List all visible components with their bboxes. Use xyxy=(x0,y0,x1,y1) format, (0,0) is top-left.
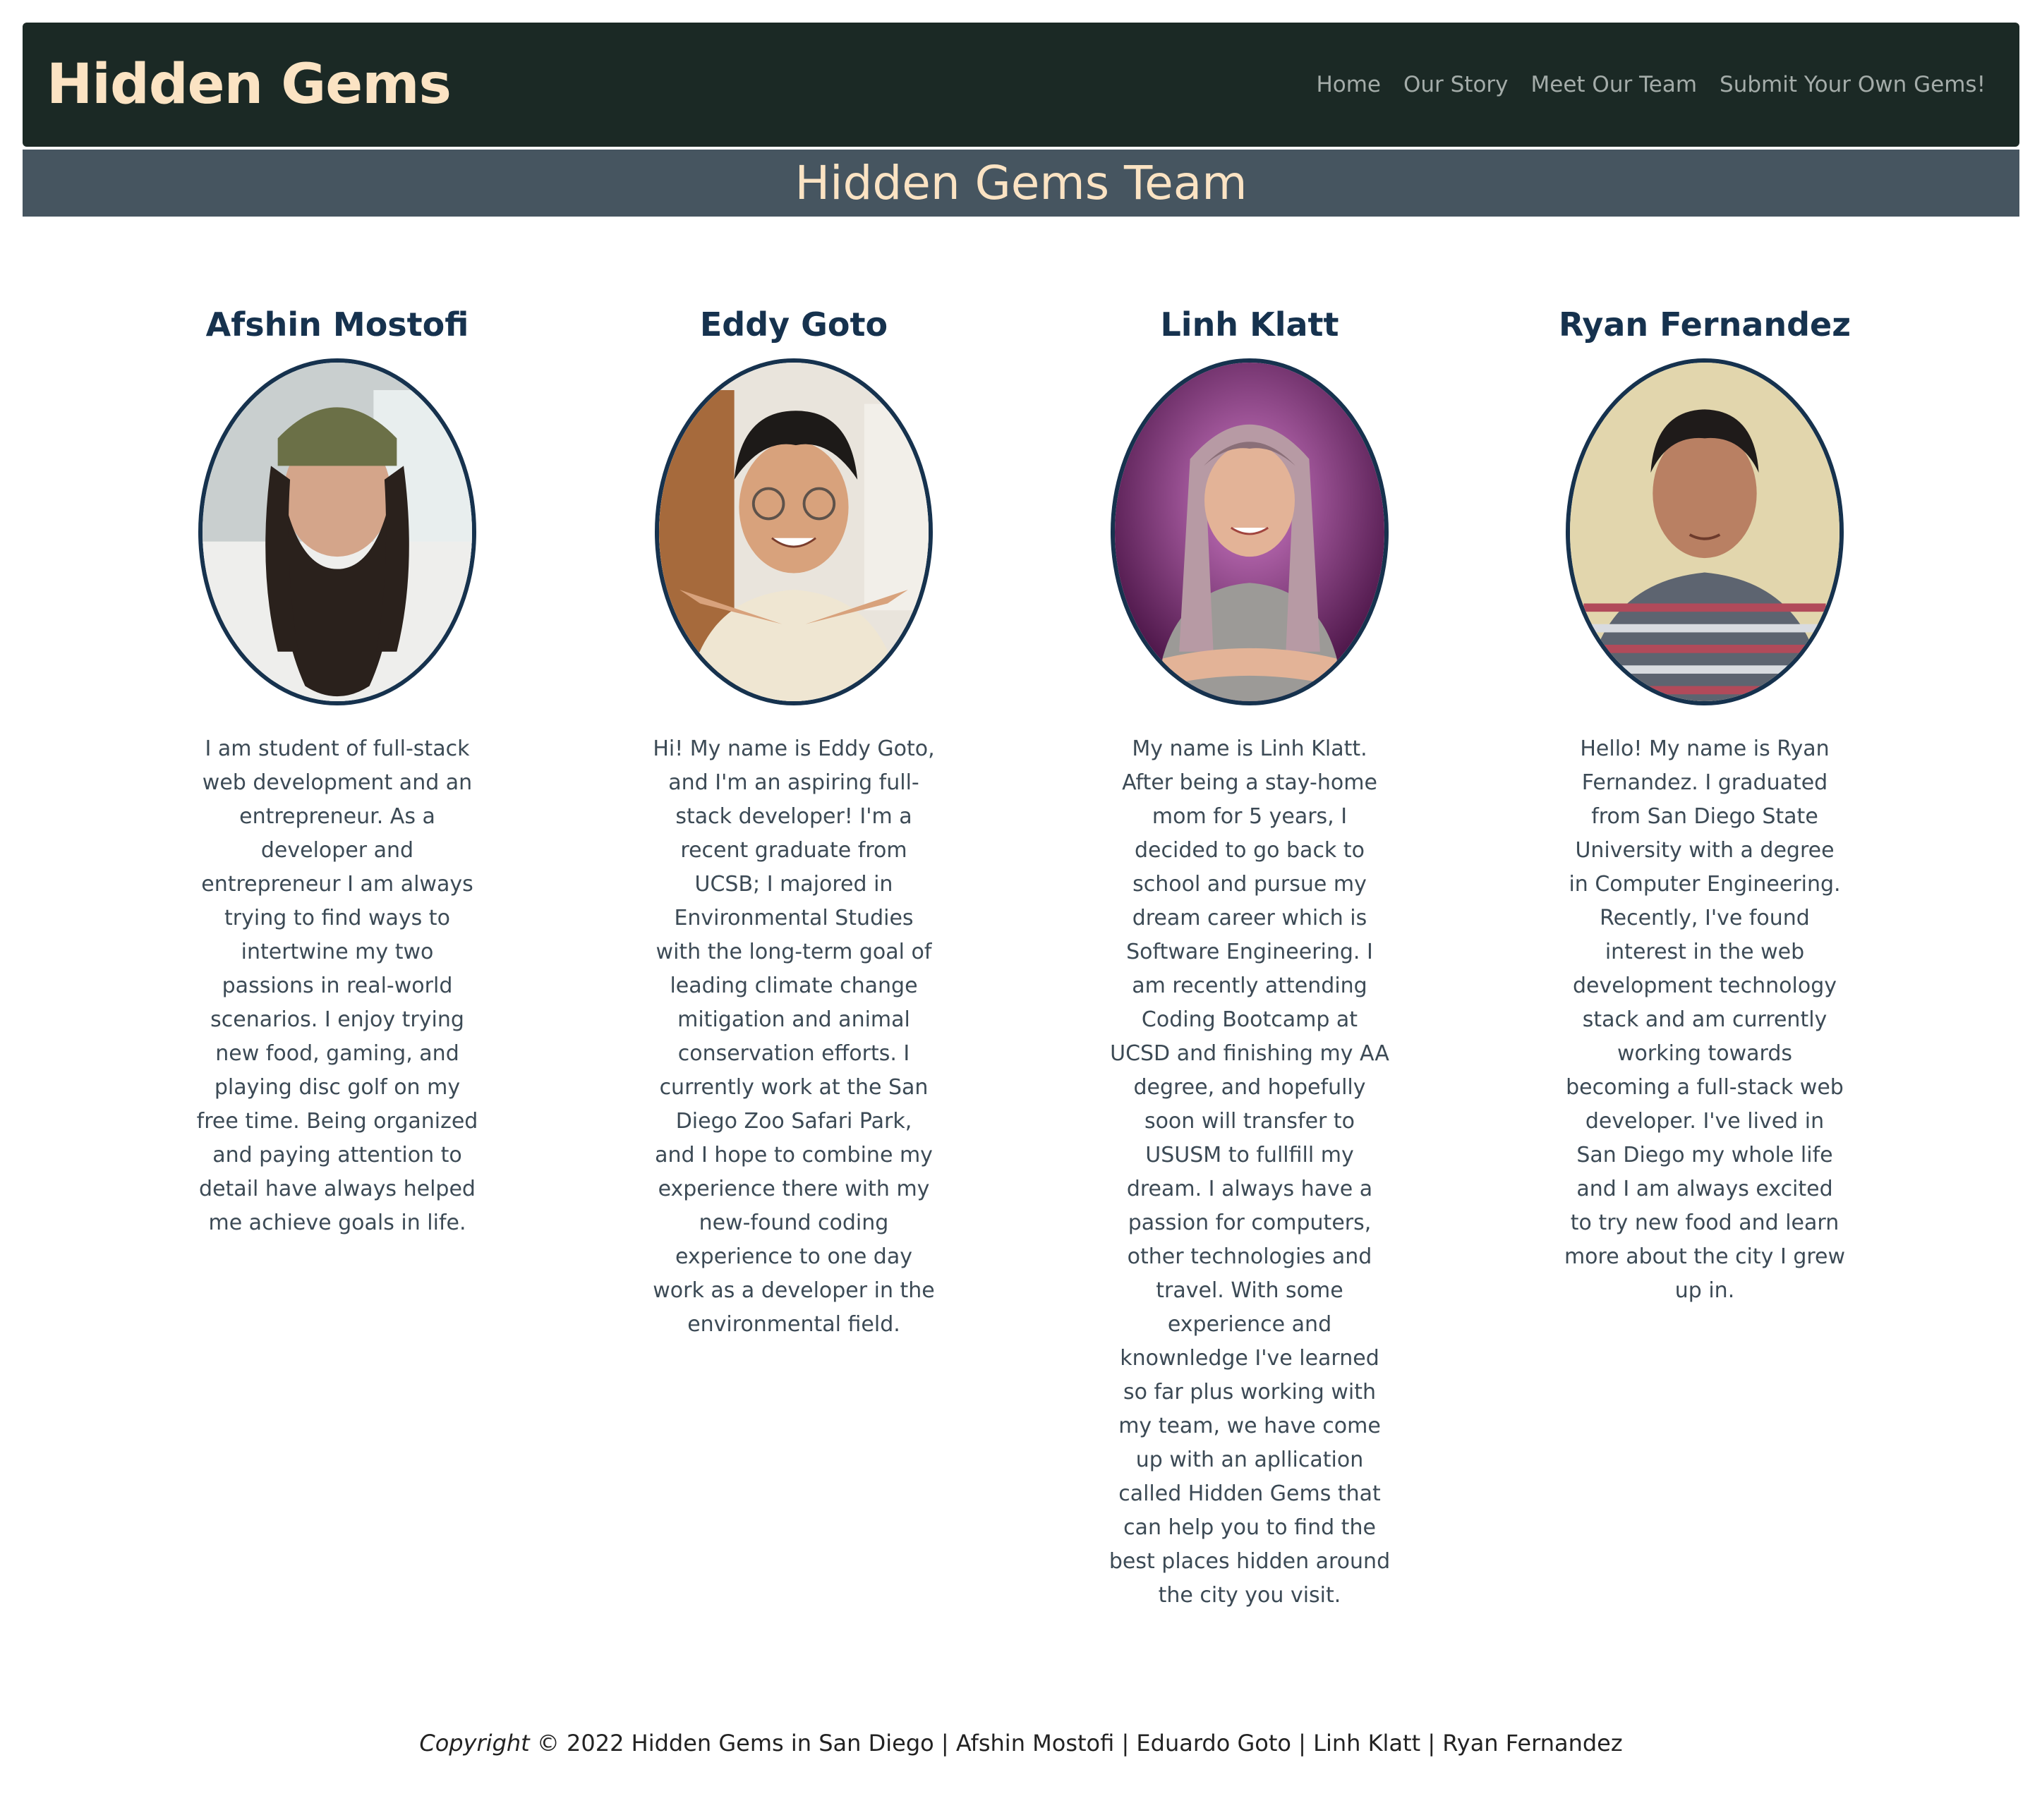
member-bio: Hello! My name is Ryan Fernandez. I grad… xyxy=(1564,736,1846,1303)
team-member-card: Linh Klatt My name is Linh Klatt. After … xyxy=(1101,296,1398,1613)
nav-link-submit-gems[interactable]: Submit Your Own Gems! xyxy=(1720,72,1986,97)
team-member-card: Afshin Mostofi I am student of full-stac… xyxy=(189,296,485,1240)
member-name: Ryan Fernandez xyxy=(1558,305,1851,344)
team-member-card: Ryan Fernandez Hello! My name is Ryan Fe… xyxy=(1557,296,1853,1308)
nav-link-home[interactable]: Home xyxy=(1316,72,1381,97)
member-photo xyxy=(198,358,476,705)
footer-copyright-label: Copyright xyxy=(419,1730,530,1757)
team-member-card: Eddy Goto Hi! My name is Eddy Goto, and … xyxy=(646,296,942,1342)
page-banner: Hidden Gems Team xyxy=(23,150,2019,217)
nav-links: Home Our Story Meet Our Team Submit Your… xyxy=(1316,72,1986,97)
footer: Copyright © 2022 Hidden Gems in San Dieg… xyxy=(0,1730,2042,1757)
member-name: Afshin Mostofi xyxy=(205,305,469,344)
navbar: Hidden Gems Home Our Story Meet Our Team… xyxy=(23,23,2019,147)
member-bio: My name is Linh Klatt. After being a sta… xyxy=(1108,736,1391,1608)
member-bio: I am student of full-stack web developme… xyxy=(196,736,478,1235)
member-photo xyxy=(655,358,933,705)
member-bio: Hi! My name is Eddy Goto, and I'm an asp… xyxy=(653,736,935,1337)
footer-text: © 2022 Hidden Gems in San Diego | Afshin… xyxy=(536,1730,1623,1757)
member-photo xyxy=(1566,358,1844,705)
member-name: Eddy Goto xyxy=(699,305,888,344)
nav-link-meet-our-team[interactable]: Meet Our Team xyxy=(1531,72,1697,97)
member-name: Linh Klatt xyxy=(1160,305,1339,344)
nav-link-our-story[interactable]: Our Story xyxy=(1403,72,1509,97)
brand-title[interactable]: Hidden Gems xyxy=(47,53,452,116)
member-photo xyxy=(1111,358,1389,705)
page-title: Hidden Gems Team xyxy=(795,156,1247,210)
